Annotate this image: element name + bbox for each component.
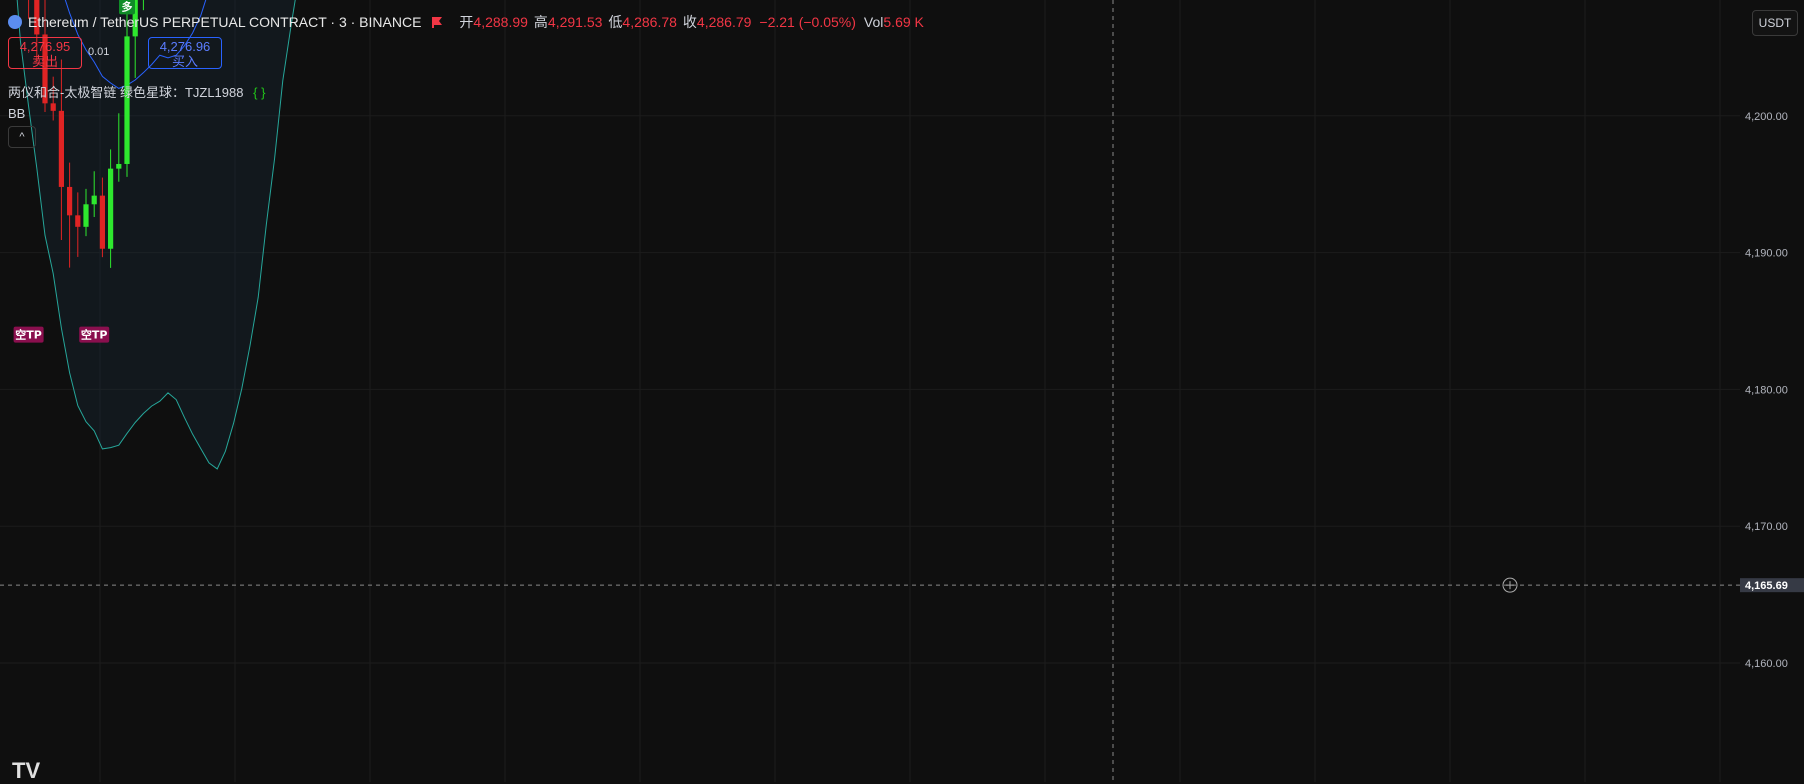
sell-button[interactable]: 4,276.95 卖出 bbox=[8, 37, 82, 69]
price-tick-label: 4,200.00 bbox=[1745, 111, 1788, 123]
high-label: 高 bbox=[533, 14, 548, 30]
symbol-title[interactable]: Ethereum / TetherUS PERPETUAL CONTRACT ·… bbox=[28, 14, 421, 30]
price-axis[interactable]: 4,370.004,360.004,350.004,340.004,330.00… bbox=[1740, 0, 1804, 782]
price-tick-label: 4,170.00 bbox=[1745, 521, 1788, 533]
price-tick-label: 4,180.00 bbox=[1745, 384, 1788, 396]
bollinger-bands bbox=[16, 0, 296, 470]
candle-body bbox=[83, 204, 89, 227]
plus-icon bbox=[1506, 581, 1514, 590]
volume-label: Vol bbox=[863, 14, 884, 30]
symbol-legend: Ethereum / TetherUS PERPETUAL CONTRACT ·… bbox=[8, 12, 924, 32]
signal-label: 空TP bbox=[81, 328, 108, 342]
bb-band-fill bbox=[17, 0, 296, 469]
source-code-icon[interactable]: { } bbox=[253, 85, 265, 100]
spread-value: 0.01 bbox=[88, 46, 110, 58]
crosshair-price-text: 4,165.69 bbox=[1745, 580, 1788, 592]
open-label: 开 bbox=[459, 14, 474, 30]
high-value: 4,291.53 bbox=[547, 14, 603, 30]
candle-body bbox=[58, 110, 64, 187]
bb-indicator-title[interactable]: BB bbox=[8, 106, 25, 121]
signal-label: 空TP bbox=[15, 328, 42, 342]
candle-body bbox=[75, 215, 81, 227]
candle-body bbox=[91, 195, 97, 205]
close-value: 4,286.79 bbox=[696, 14, 752, 30]
volume-value: 5.69 K bbox=[883, 14, 924, 30]
low-label: 低 bbox=[608, 14, 623, 30]
low-value: 4,286.78 bbox=[622, 14, 677, 30]
price-tick-label: 4,160.00 bbox=[1745, 658, 1788, 670]
chart-canvas[interactable]: 空TP空TP多多TP多TP多TP多TP多TP多TP多TP空多多TP空空TP空TP… bbox=[0, 0, 1804, 782]
buy-label: 买入 bbox=[171, 54, 198, 69]
sell-label: 卖出 bbox=[31, 54, 58, 69]
price-tick-label: 4,190.00 bbox=[1745, 248, 1788, 260]
candle-body bbox=[108, 168, 114, 249]
candle-body bbox=[67, 186, 73, 216]
currency-selector[interactable]: USDT bbox=[1752, 10, 1798, 36]
sell-price: 4,276.95 bbox=[19, 39, 71, 54]
candle-body bbox=[50, 103, 56, 111]
collapse-indicators-button[interactable]: ^ bbox=[8, 126, 36, 148]
strategy-name: 两仪和合-太极智链 绿色星球：TJZL1988 bbox=[8, 85, 244, 100]
candle-body bbox=[116, 163, 122, 169]
chevron-up-icon: ^ bbox=[19, 131, 25, 143]
buy-price: 4,276.96 bbox=[159, 39, 211, 54]
candle-body bbox=[99, 195, 105, 249]
buy-button[interactable]: 4,276.96 买入 bbox=[148, 37, 222, 69]
change-value: −2.21 (−0.05%) bbox=[759, 14, 856, 30]
strategy-indicator-title[interactable]: 两仪和合-太极智链 绿色星球：TJZL1988 { } bbox=[8, 82, 265, 101]
flag-icon[interactable] bbox=[431, 16, 443, 28]
close-label: 收 bbox=[682, 14, 697, 30]
open-value: 4,288.99 bbox=[473, 14, 528, 30]
ethereum-logo-icon bbox=[8, 15, 22, 29]
tradingview-logo: TV bbox=[12, 758, 41, 783]
